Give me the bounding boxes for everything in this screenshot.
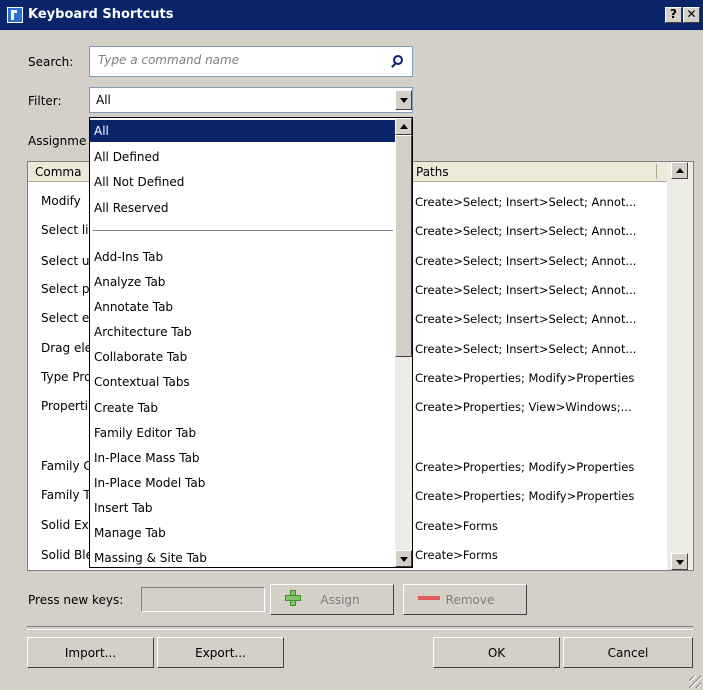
filter-option-create-tab[interactable]: Create Tab bbox=[90, 397, 395, 419]
row-paths: Create>Select; Insert>Select; Annot... bbox=[415, 195, 637, 209]
chevron-down-icon bbox=[676, 560, 684, 565]
scroll-up-button[interactable] bbox=[671, 162, 688, 179]
table-scrollbar[interactable] bbox=[667, 162, 693, 570]
filter-value: All bbox=[96, 93, 111, 107]
resize-grip[interactable] bbox=[689, 676, 701, 688]
row-command: Modify bbox=[41, 194, 81, 208]
help-button[interactable]: ? bbox=[665, 7, 682, 23]
filter-option-all[interactable]: All bbox=[90, 120, 395, 142]
filter-option-in-place-model-tab[interactable]: In-Place Model Tab bbox=[90, 472, 395, 494]
filter-option-contextual-tabs[interactable]: Contextual Tabs bbox=[90, 371, 395, 393]
cancel-button[interactable]: Cancel bbox=[563, 637, 693, 668]
filter-option-annotate-tab[interactable]: Annotate Tab bbox=[90, 296, 395, 318]
row-paths: Create>Forms bbox=[415, 548, 498, 562]
search-input[interactable]: Type a command name bbox=[89, 46, 413, 77]
row-command: Family T bbox=[41, 488, 91, 502]
row-command: Select li bbox=[41, 223, 89, 237]
filter-label: Filter: bbox=[28, 94, 62, 108]
dropdown-scroll-thumb[interactable] bbox=[395, 135, 412, 357]
row-command: Type Pro bbox=[41, 370, 92, 384]
revit-app-icon bbox=[7, 7, 23, 23]
chevron-down-icon bbox=[400, 98, 408, 103]
row-paths: Create>Properties; Modify>Properties bbox=[415, 489, 635, 503]
filter-option-in-place-mass-tab[interactable]: In-Place Mass Tab bbox=[90, 447, 395, 469]
filter-option-insert-tab[interactable]: Insert Tab bbox=[90, 497, 395, 519]
filter-option-massing-site-tab[interactable]: Massing & Site Tab bbox=[90, 547, 395, 567]
row-paths: Create>Properties; Modify>Properties bbox=[415, 460, 635, 474]
filter-option-add-ins-tab[interactable]: Add-Ins Tab bbox=[90, 246, 395, 268]
search-label: Search: bbox=[28, 55, 74, 69]
filter-option-collaborate-tab[interactable]: Collaborate Tab bbox=[90, 346, 395, 368]
export-button[interactable]: Export... bbox=[157, 637, 284, 668]
filter-option-all-defined[interactable]: All Defined bbox=[90, 146, 395, 168]
ok-button[interactable]: OK bbox=[433, 637, 560, 668]
search-icon[interactable] bbox=[393, 55, 403, 65]
import-button[interactable]: Import... bbox=[27, 637, 154, 668]
row-command: Solid Ext bbox=[41, 518, 94, 532]
chevron-up-icon bbox=[400, 124, 408, 129]
column-header-paths[interactable]: Paths bbox=[416, 165, 449, 179]
dropdown-separator bbox=[93, 230, 393, 231]
row-paths: Create>Forms bbox=[415, 519, 498, 533]
row-command: Drag ele bbox=[41, 341, 93, 355]
row-paths: Create>Select; Insert>Select; Annot... bbox=[415, 254, 637, 268]
filter-option-all-not-defined[interactable]: All Not Defined bbox=[90, 171, 395, 193]
filter-dropdown-list[interactable]: All All Defined All Not Defined All Rese… bbox=[89, 117, 413, 568]
search-placeholder: Type a command name bbox=[98, 53, 240, 67]
chevron-down-icon bbox=[400, 557, 408, 562]
row-command: Properti bbox=[41, 399, 89, 413]
divider bbox=[27, 626, 693, 630]
filter-dropdown[interactable]: All bbox=[89, 87, 413, 113]
filter-option-family-editor-tab[interactable]: Family Editor Tab bbox=[90, 422, 395, 444]
assign-label: Assign bbox=[320, 592, 360, 607]
remove-button[interactable]: Remove bbox=[403, 584, 527, 615]
remove-label: Remove bbox=[445, 592, 495, 607]
assignments-label: Assignme bbox=[28, 134, 87, 148]
window-title: Keyboard Shortcuts bbox=[28, 7, 174, 22]
filter-option-manage-tab[interactable]: Manage Tab bbox=[90, 522, 395, 544]
row-paths: Create>Select; Insert>Select; Annot... bbox=[415, 224, 637, 238]
close-button[interactable]: ✕ bbox=[683, 7, 700, 23]
row-command: Select pi bbox=[41, 282, 93, 296]
scroll-down-button[interactable] bbox=[671, 553, 688, 570]
press-keys-label: Press new keys: bbox=[28, 593, 124, 607]
dropdown-scrollbar[interactable] bbox=[395, 118, 412, 567]
dropdown-scroll-down-button[interactable] bbox=[395, 550, 412, 567]
row-command: Select el bbox=[41, 311, 93, 325]
row-paths: Create>Select; Insert>Select; Annot... bbox=[415, 312, 637, 326]
row-paths: Create>Properties; Modify>Properties bbox=[415, 371, 635, 385]
row-paths: Create>Properties; View>Windows;... bbox=[415, 400, 632, 414]
row-paths: Create>Select; Insert>Select; Annot... bbox=[415, 283, 637, 297]
row-command: Select u bbox=[41, 254, 90, 268]
filter-option-all-reserved[interactable]: All Reserved bbox=[90, 197, 395, 219]
title-bar: Keyboard Shortcuts ? ✕ bbox=[0, 0, 703, 30]
row-command: Solid Ble bbox=[41, 548, 94, 562]
filter-option-architecture-tab[interactable]: Architecture Tab bbox=[90, 321, 395, 343]
column-header-commands[interactable]: Comma bbox=[35, 165, 81, 179]
row-command: Family C bbox=[41, 459, 92, 473]
assign-button[interactable]: Assign bbox=[270, 584, 394, 615]
filter-dropdown-button[interactable] bbox=[395, 90, 412, 110]
filter-option-analyze-tab[interactable]: Analyze Tab bbox=[90, 271, 395, 293]
chevron-up-icon bbox=[676, 168, 684, 173]
new-keys-input[interactable] bbox=[141, 587, 265, 612]
dropdown-scroll-up-button[interactable] bbox=[395, 118, 412, 135]
row-paths: Create>Select; Insert>Select; Annot... bbox=[415, 342, 637, 356]
column-divider[interactable] bbox=[656, 164, 657, 179]
